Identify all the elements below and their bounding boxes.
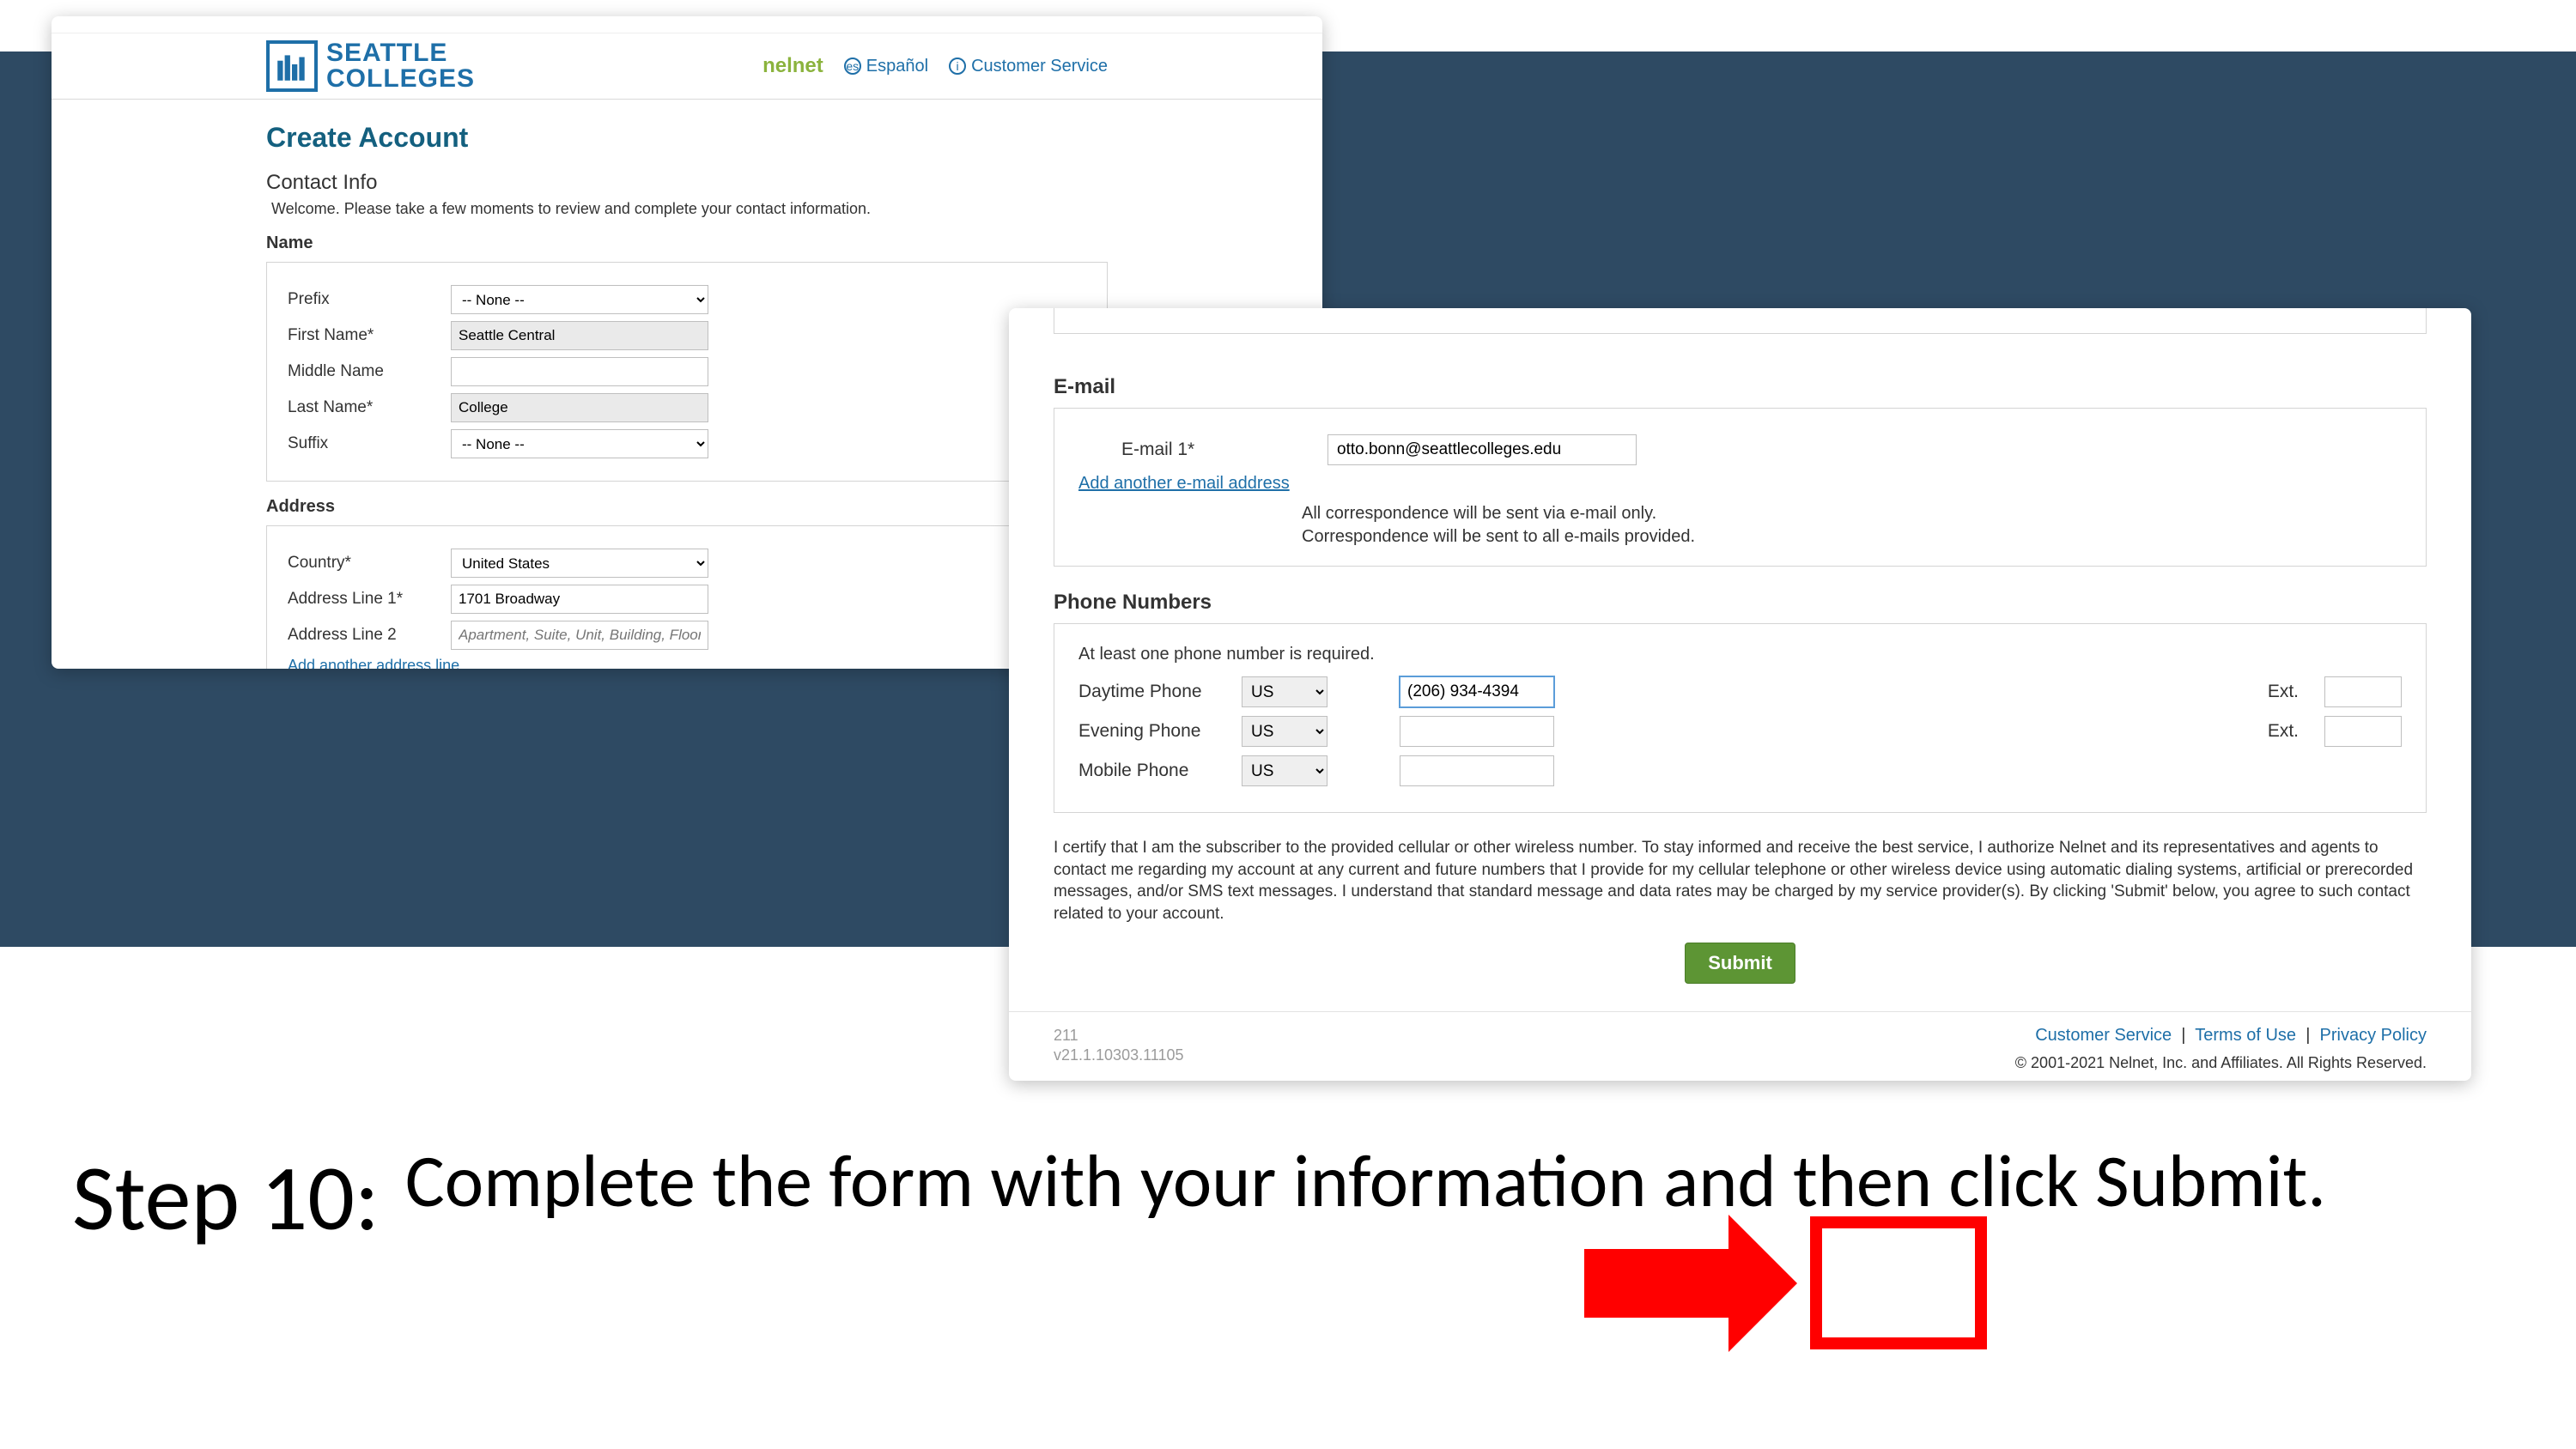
address-section-label: Address <box>266 497 1108 517</box>
address-fields: Country* United States Address Line 1* A… <box>266 525 1108 669</box>
contact-info-heading: Contact Info <box>266 171 1108 195</box>
mobile-country-select[interactable]: US <box>1242 755 1327 786</box>
seattle-colleges-logo: SEATTLE COLLEGES <box>266 40 475 92</box>
step-caption: Step 10: Complete the form with your inf… <box>72 1142 2326 1255</box>
footer: 211 v21.1.10303.11105 Customer Service |… <box>1009 1011 2471 1081</box>
address1-label: Address Line 1* <box>288 590 451 609</box>
phone-section-heading: Phone Numbers <box>1054 591 2427 615</box>
phone-fields: At least one phone number is required. D… <box>1054 623 2427 813</box>
name-section-label: Name <box>266 233 1108 253</box>
daytime-phone-field[interactable] <box>1400 676 1554 707</box>
phone-required-note: At least one phone number is required. <box>1078 645 2402 664</box>
correspondence-note-2: Correspondence will be sent to all e-mai… <box>1302 525 2402 549</box>
first-name-field[interactable] <box>451 321 708 350</box>
country-label: Country* <box>288 554 451 573</box>
address1-field[interactable] <box>451 585 708 614</box>
daytime-phone-label: Daytime Phone <box>1078 682 1216 702</box>
certification-disclaimer: I certify that I am the subscriber to th… <box>1054 837 2427 925</box>
add-address-line-link[interactable]: Add another address line <box>288 657 459 669</box>
footer-privacy-link[interactable]: Privacy Policy <box>2320 1026 2427 1045</box>
step-instruction: Complete the form with your information … <box>405 1142 2326 1223</box>
suffix-select[interactable]: -- None -- <box>451 429 708 458</box>
middle-name-field[interactable] <box>451 357 708 386</box>
logo-line1: SEATTLE <box>326 40 475 66</box>
last-name-field[interactable] <box>451 393 708 422</box>
footer-customer-service-link[interactable]: Customer Service <box>2035 1026 2172 1045</box>
footer-terms-link[interactable]: Terms of Use <box>2195 1026 2296 1045</box>
add-email-link[interactable]: Add another e-mail address <box>1078 474 1290 494</box>
prefix-label: Prefix <box>288 290 451 309</box>
daytime-ext-label: Ext. <box>2268 682 2299 702</box>
copyright: © 2001-2021 Nelnet, Inc. and Affiliates.… <box>2015 1054 2427 1072</box>
last-name-label: Last Name* <box>288 398 451 417</box>
customer-service-link[interactable]: iCustomer Service <box>949 57 1108 76</box>
logo-line2: COLLEGES <box>326 66 475 92</box>
email-section-heading: E-mail <box>1054 375 2427 399</box>
correspondence-note-1: All correspondence will be sent via e-ma… <box>1302 502 2402 525</box>
evening-phone-label: Evening Phone <box>1078 721 1216 742</box>
submit-button[interactable]: Submit <box>1685 943 1795 984</box>
email-fields: E-mail 1* Add another e-mail address All… <box>1054 408 2427 567</box>
arrow-icon <box>1584 1249 1730 1318</box>
suffix-label: Suffix <box>288 434 451 453</box>
daytime-country-select[interactable]: US <box>1242 676 1327 707</box>
evening-ext-label: Ext. <box>2268 721 2299 742</box>
first-name-label: First Name* <box>288 326 451 345</box>
version-1: 211 <box>1054 1026 1183 1046</box>
daytime-ext-field[interactable] <box>2324 676 2402 707</box>
evening-ext-field[interactable] <box>2324 716 2402 747</box>
screenshot-email-phone: E-mail E-mail 1* Add another e-mail addr… <box>1009 308 2471 1081</box>
evening-phone-field[interactable] <box>1400 716 1554 747</box>
country-select[interactable]: United States <box>451 549 708 578</box>
prefix-select[interactable]: -- None -- <box>451 285 708 314</box>
email1-label: E-mail 1* <box>1121 440 1224 460</box>
middle-name-label: Middle Name <box>288 362 451 381</box>
email1-field[interactable] <box>1327 434 1637 465</box>
version-2: v21.1.10303.11105 <box>1054 1046 1183 1065</box>
nelnet-logo: nelnet <box>762 54 823 78</box>
address2-field[interactable] <box>451 621 708 650</box>
welcome-text: Welcome. Please take a few moments to re… <box>266 200 1108 218</box>
evening-country-select[interactable]: US <box>1242 716 1327 747</box>
step-number: Step 10: <box>72 1142 380 1255</box>
address2-label: Address Line 2 <box>288 626 451 645</box>
mobile-phone-field[interactable] <box>1400 755 1554 786</box>
mobile-phone-label: Mobile Phone <box>1078 761 1216 781</box>
espanol-link[interactable]: esEspañol <box>844 57 928 76</box>
logo-icon <box>266 40 318 92</box>
page-title: Create Account <box>266 122 1108 154</box>
name-fields: Prefix -- None -- First Name* Middle Nam… <box>266 262 1108 482</box>
